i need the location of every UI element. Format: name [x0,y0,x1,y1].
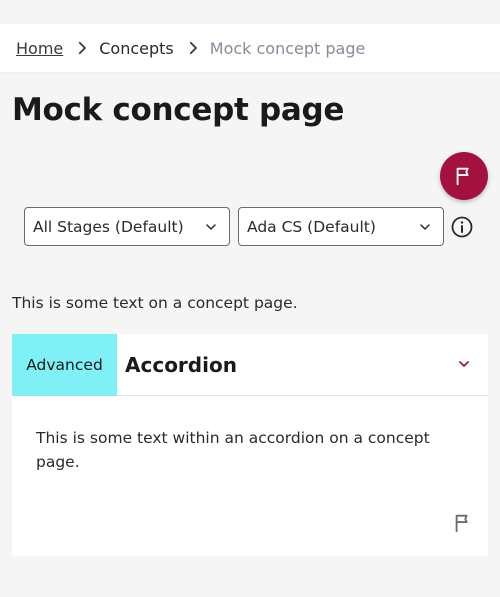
report-flag-button[interactable] [440,152,488,200]
info-icon[interactable] [450,215,474,239]
intro-text: This is some text on a concept page. [12,294,298,312]
accordion-body-text: This is some text within an accordion on… [36,429,430,471]
chevron-down-icon [206,224,216,230]
chevron-right-icon [184,39,202,57]
stage-select-value: All Stages (Default) [33,217,184,236]
breadcrumb-concepts-link[interactable]: Concepts [99,39,174,58]
page-title: Mock concept page [12,92,345,128]
breadcrumb-home-link[interactable]: Home [16,39,63,58]
advanced-badge: Advanced [12,333,117,396]
flag-icon[interactable] [452,512,474,534]
accordion-header[interactable]: Advanced Accordion [12,333,488,396]
chevron-down-icon[interactable] [456,356,472,372]
chevron-right-icon [73,39,91,57]
curriculum-select[interactable]: Ada CS (Default) [238,207,444,246]
curriculum-select-value: Ada CS (Default) [247,217,376,236]
breadcrumb: Home Concepts Mock concept page [0,24,500,72]
accordion: Advanced Accordion This is some text wit… [12,333,488,556]
breadcrumb-current: Mock concept page [209,38,366,58]
accordion-title: Accordion [125,352,237,377]
stage-select[interactable]: All Stages (Default) [24,207,230,246]
chevron-down-icon [420,224,430,230]
flag-icon [456,167,469,186]
